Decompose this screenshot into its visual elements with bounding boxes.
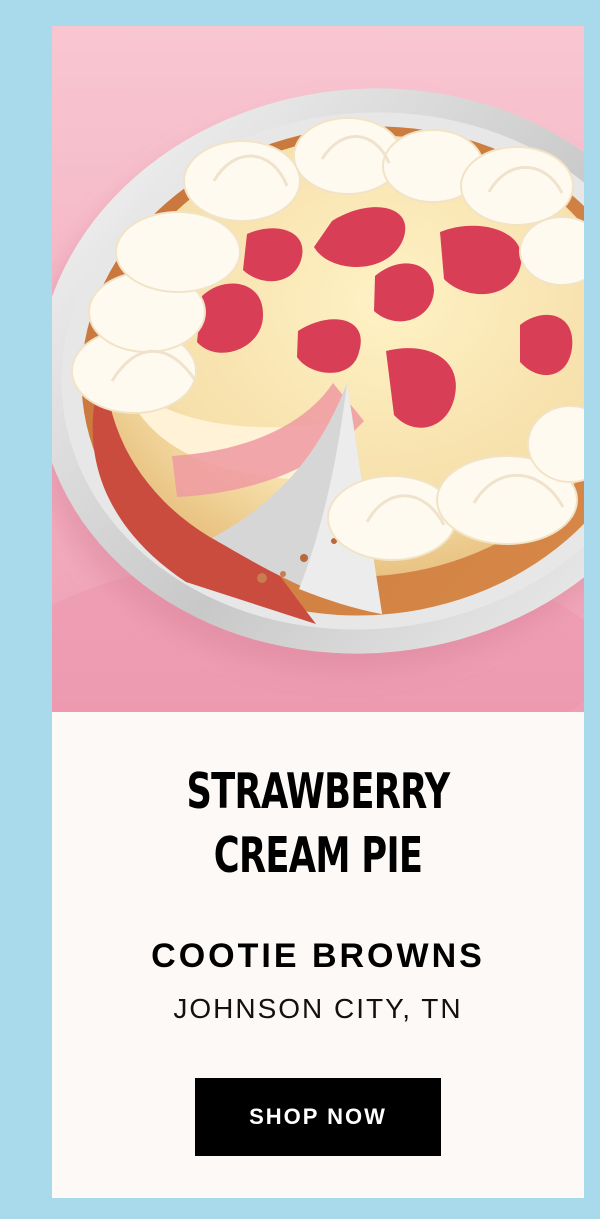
- product-title-line-1: STRAWBERRY: [186, 763, 450, 820]
- product-info: STRAWBERRY CREAM PIE COOTIE BROWNS JOHNS…: [52, 712, 584, 1198]
- shop-now-button[interactable]: SHOP NOW: [195, 1078, 441, 1156]
- product-card: STRAWBERRY CREAM PIE COOTIE BROWNS JOHNS…: [52, 26, 584, 1198]
- pie-illustration: [52, 88, 584, 712]
- brand-name: COOTIE BROWNS: [151, 937, 485, 975]
- product-photo: [52, 26, 584, 712]
- product-title: STRAWBERRY CREAM PIE: [52, 760, 584, 888]
- brand-location: JOHNSON CITY, TN: [173, 993, 463, 1024]
- product-title-line-2: CREAM PIE: [213, 827, 423, 884]
